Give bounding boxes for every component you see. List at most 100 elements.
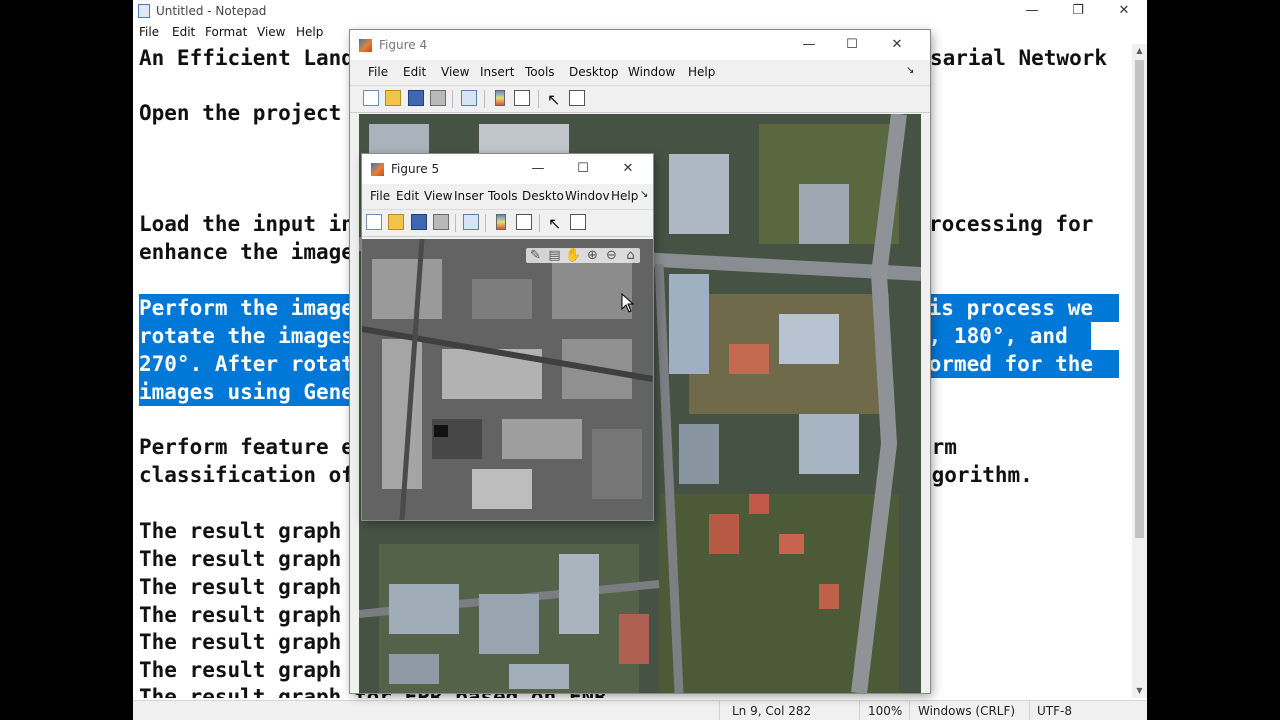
selected-text-line: rotate the images <box>139 322 354 350</box>
text-line: rocessing for <box>929 212 1094 236</box>
menu-insert[interactable]: Insert <box>480 65 514 79</box>
scroll-down-icon[interactable]: ▼ <box>1132 684 1147 698</box>
colorbar-icon[interactable] <box>496 214 506 230</box>
property-inspector-icon[interactable] <box>570 214 586 230</box>
menu-help[interactable]: Help <box>611 189 638 203</box>
selected-text-line: images using Gene <box>139 378 354 406</box>
status-encoding: UTF-8 <box>1037 704 1072 718</box>
text-line: The result graph <box>139 603 342 627</box>
close-button[interactable]: ✕ <box>1101 0 1147 22</box>
menu-help[interactable]: Help <box>688 65 715 79</box>
open-file-icon[interactable] <box>385 90 401 106</box>
text-line: The result graph <box>139 630 342 654</box>
status-position: Ln 9, Col 282 <box>732 704 812 718</box>
colorbar-icon[interactable] <box>495 90 505 106</box>
menu-view[interactable]: View <box>424 189 452 203</box>
grayscale-image: ✎ ▤ ✋ ⊕ ⊖ ⌂ <box>362 239 653 520</box>
pan-icon[interactable]: ✋ <box>564 248 583 263</box>
figure-5-window: Figure 5 — ☐ ✕ File Edit View Inser Tool… <box>362 154 653 520</box>
figure-5-menu-bar: File Edit View Inser Tools Deskto Windov… <box>362 186 653 208</box>
status-zoom: 100% <box>868 704 903 718</box>
matlab-logo-icon <box>371 163 384 176</box>
menu-window[interactable]: Window <box>628 65 675 79</box>
menu-file[interactable]: File <box>139 25 159 39</box>
link-plot-icon[interactable] <box>463 214 479 230</box>
save-icon[interactable] <box>408 90 424 106</box>
edit-plot-arrow-icon[interactable] <box>547 90 563 106</box>
status-line-ending: Windows (CRLF) <box>918 704 1016 718</box>
undock-icon[interactable]: ↘ <box>906 65 914 76</box>
menu-format[interactable]: Format <box>205 25 247 39</box>
scroll-up-icon[interactable]: ▲ <box>1132 44 1147 58</box>
restore-button[interactable]: ❐ <box>1055 0 1101 22</box>
edit-plot-arrow-icon[interactable] <box>548 214 564 230</box>
selected-text-line: formed for the <box>916 350 1119 378</box>
menu-view[interactable]: View <box>257 25 285 39</box>
save-icon[interactable] <box>411 214 427 230</box>
matlab-logo-icon <box>359 39 372 52</box>
text-line: classification of <box>139 463 354 487</box>
text-line: The result graph <box>139 547 342 571</box>
data-tips-icon[interactable]: ▤ <box>545 248 564 263</box>
close-button[interactable]: ✕ <box>874 34 920 56</box>
figure-5-title: Figure 5 <box>391 162 440 176</box>
menu-window[interactable]: Windov <box>565 189 610 203</box>
zoom-in-icon[interactable]: ⊕ <box>583 248 602 263</box>
new-figure-icon[interactable] <box>366 214 382 230</box>
vertical-scrollbar[interactable]: ▲ ▼ <box>1132 44 1147 698</box>
figure-5-toolbar <box>362 209 653 237</box>
text-line: Open the project <box>139 101 342 125</box>
menu-tools[interactable]: Tools <box>488 189 518 203</box>
text-line: The result graph <box>139 658 342 682</box>
text-line: An Efficient Land <box>139 46 354 70</box>
legend-icon[interactable] <box>514 90 530 106</box>
menu-edit[interactable]: Edit <box>396 189 419 203</box>
menu-desktop[interactable]: Desktop <box>569 65 619 79</box>
close-button[interactable]: ✕ <box>605 158 651 180</box>
new-figure-icon[interactable] <box>363 90 379 106</box>
home-icon[interactable]: ⌂ <box>621 248 640 263</box>
selected-text-line: Perform the image <box>139 294 354 322</box>
minimize-button[interactable]: — <box>1009 0 1055 22</box>
figure-5-title-bar[interactable]: Figure 5 — ☐ ✕ <box>362 154 653 184</box>
text-line: enhance the image <box>139 240 354 264</box>
notepad-title: Untitled - Notepad <box>156 4 267 18</box>
menu-help[interactable]: Help <box>296 25 323 39</box>
brush-icon[interactable]: ✎ <box>526 248 545 263</box>
print-icon[interactable] <box>433 214 449 230</box>
figure-4-title-bar[interactable]: Figure 4 — ☐ ✕ <box>350 30 930 60</box>
undock-icon[interactable]: ↘ <box>640 189 648 200</box>
grayscale-image-graphic <box>362 239 653 520</box>
menu-tools[interactable]: Tools <box>525 65 555 79</box>
maximize-button[interactable]: ☐ <box>829 34 875 56</box>
minimize-button[interactable]: — <box>515 158 561 180</box>
maximize-button[interactable]: ☐ <box>560 158 606 180</box>
link-plot-icon[interactable] <box>461 90 477 106</box>
text-line: Perform feature e <box>139 435 354 459</box>
menu-edit[interactable]: Edit <box>403 65 426 79</box>
scroll-thumb[interactable] <box>1135 60 1144 538</box>
text-line: The result graph <box>139 575 342 599</box>
minimize-button[interactable]: — <box>786 34 832 56</box>
notepad-title-bar[interactable]: Untitled - Notepad — ❐ ✕ <box>133 0 1147 22</box>
selected-text-line: 270°. After rotat <box>139 350 354 378</box>
menu-desktop[interactable]: Deskto <box>522 189 564 203</box>
figure-4-menu-bar: File Edit View Insert Tools Desktop Wind… <box>350 62 930 84</box>
mouse-cursor-icon <box>621 293 635 313</box>
figure-4-toolbar <box>350 85 930 113</box>
zoom-out-icon[interactable]: ⊖ <box>602 248 621 263</box>
property-inspector-icon[interactable] <box>569 90 585 106</box>
status-bar: Ln 9, Col 282 100% Windows (CRLF) UTF-8 <box>133 700 1147 720</box>
menu-file[interactable]: File <box>368 65 388 79</box>
selected-text-line: his process we <box>916 294 1119 322</box>
text-line: Load the input in <box>139 212 354 236</box>
selected-text-line: °, 180°, and <box>916 322 1091 350</box>
menu-edit[interactable]: Edit <box>172 25 195 39</box>
menu-view[interactable]: View <box>441 65 469 79</box>
print-icon[interactable] <box>430 90 446 106</box>
menu-insert[interactable]: Inser <box>454 189 484 203</box>
menu-file[interactable]: File <box>370 189 390 203</box>
open-file-icon[interactable] <box>388 214 404 230</box>
text-line: The result graph <box>139 519 342 543</box>
legend-icon[interactable] <box>516 214 532 230</box>
